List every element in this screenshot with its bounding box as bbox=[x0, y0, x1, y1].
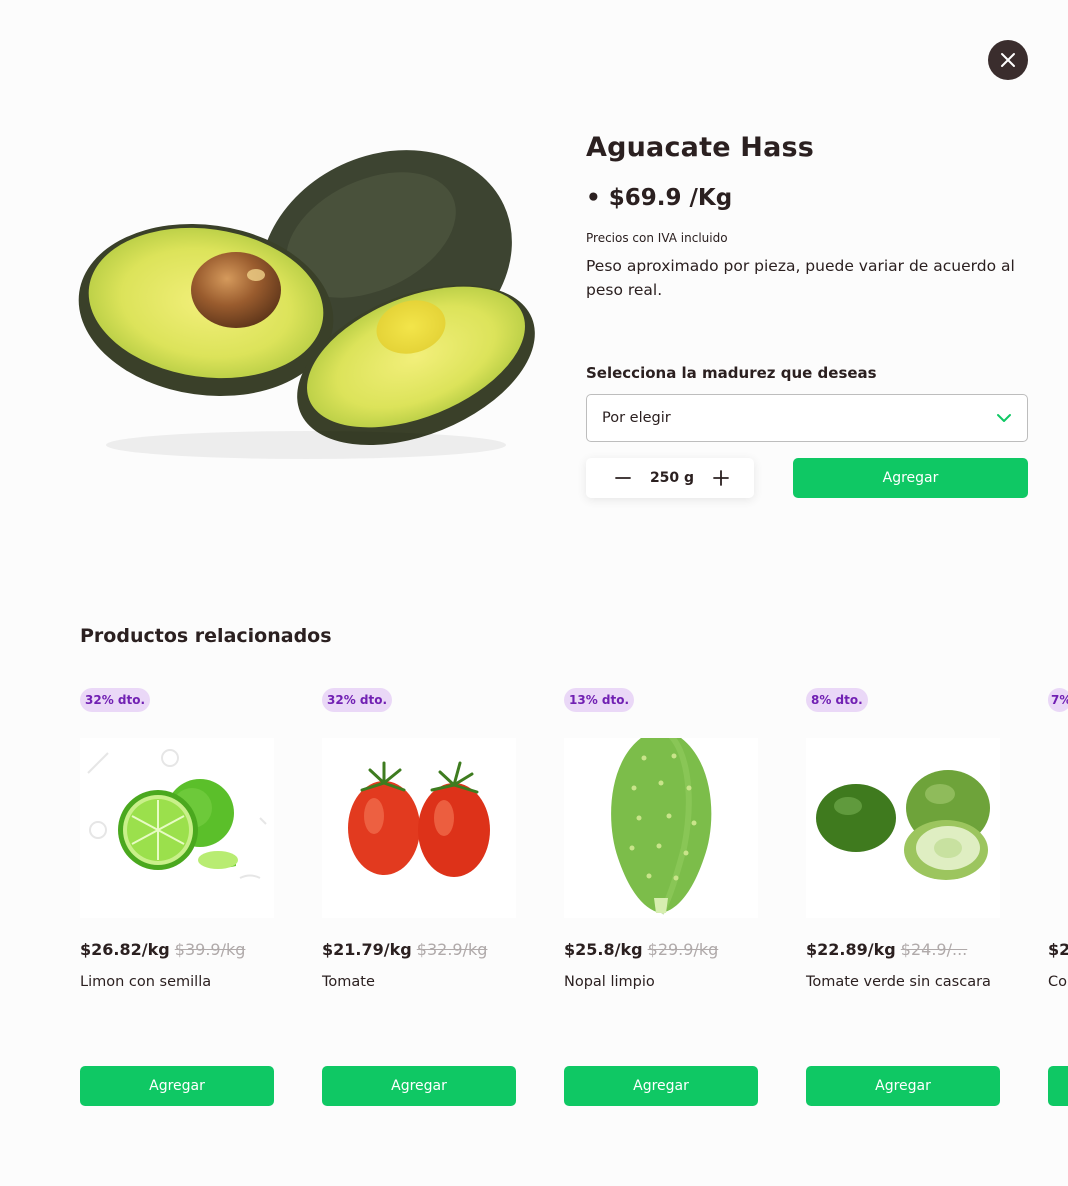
old-price: $39.9/kg bbox=[174, 940, 246, 959]
product-card-name: Limon con semilla bbox=[80, 974, 212, 990]
discount-badge: 32% dto. bbox=[80, 688, 151, 712]
decrease-button[interactable] bbox=[614, 469, 632, 487]
product-card-price: $26.82/kg $39.9/kg bbox=[80, 940, 274, 959]
discount-badge: 32% dto. bbox=[322, 688, 393, 712]
current-price: $26.82/kg bbox=[80, 940, 170, 959]
current-price: $21.79/kg bbox=[322, 940, 412, 959]
chevron-down-icon bbox=[997, 414, 1011, 422]
add-button[interactable]: Agregar bbox=[806, 1066, 1000, 1106]
product-description: Peso aproximado por pieza, puede variar … bbox=[586, 257, 1015, 299]
increase-button[interactable] bbox=[712, 469, 730, 487]
product-card-image bbox=[322, 738, 516, 918]
product-image bbox=[66, 115, 540, 500]
ripeness-select-value: Por elegir bbox=[602, 410, 671, 426]
product-card-image bbox=[80, 738, 274, 918]
current-price: $22.89/kg bbox=[806, 940, 896, 959]
current-price: $2 bbox=[1048, 940, 1068, 959]
product-card[interactable]: 7% $2 Co bbox=[1048, 688, 1068, 1108]
old-price: $29.9/kg bbox=[647, 940, 719, 959]
product-card-image bbox=[564, 738, 758, 918]
product-info: Aguacate Hass • $69.9 /Kg Precios con IV… bbox=[586, 132, 1028, 302]
related-title: Productos relacionados bbox=[80, 625, 332, 647]
product-card-price: $21.79/kg $32.9/kg bbox=[322, 940, 516, 959]
ripeness-select[interactable]: Por elegir bbox=[586, 394, 1028, 442]
discount-badge: 13% dto. bbox=[564, 688, 635, 712]
iva-note: Precios con IVA incluido bbox=[586, 231, 728, 245]
product-card-name: Tomate bbox=[322, 974, 375, 990]
product-card-price: $22.89/kg $24.9/... bbox=[806, 940, 1000, 959]
product-card[interactable]: 8% dto. $22.89/kg $24.9/... Tomate verde… bbox=[806, 688, 1000, 1108]
close-icon bbox=[1001, 53, 1015, 67]
add-button[interactable]: Agregar bbox=[322, 1066, 516, 1106]
product-card-name: Tomate verde sin cascara bbox=[806, 974, 991, 990]
discount-badge: 7% bbox=[1048, 688, 1068, 712]
add-to-cart-button[interactable]: Agregar bbox=[793, 458, 1028, 498]
add-button[interactable]: Agregar bbox=[564, 1066, 758, 1106]
discount-badge: 8% dto. bbox=[806, 688, 868, 712]
current-price: $25.8/kg bbox=[564, 940, 643, 959]
old-price: $32.9/kg bbox=[416, 940, 488, 959]
product-card[interactable]: 32% dto. $21.79/kg $32.9/kg Tomate Agreg… bbox=[322, 688, 516, 1108]
product-card-image bbox=[806, 738, 1000, 918]
product-card-name: Nopal limpio bbox=[564, 974, 655, 990]
product-card[interactable]: 32% dto. $26.82/kg $39.9/kg Limon con se… bbox=[80, 688, 274, 1108]
product-card-price: $25.8/kg $29.9/kg bbox=[564, 940, 758, 959]
minus-icon bbox=[615, 477, 631, 479]
product-card-price: $2 bbox=[1048, 940, 1068, 959]
product-card-name: Co bbox=[1048, 974, 1067, 990]
product-title: Aguacate Hass bbox=[586, 132, 815, 163]
add-button[interactable]: Agregar bbox=[80, 1066, 274, 1106]
plus-icon bbox=[713, 470, 729, 486]
product-card[interactable]: 13% dto. $25.8/kg $29.9/kg Nopal limpio … bbox=[564, 688, 758, 1108]
old-price: $24.9/... bbox=[900, 940, 968, 959]
close-button[interactable] bbox=[988, 40, 1028, 80]
ripeness-label: Selecciona la madurez que deseas bbox=[586, 364, 877, 382]
quantity-stepper: 250 g bbox=[586, 458, 754, 498]
quantity-value: 250 g bbox=[649, 470, 695, 486]
product-price: • $69.9 /Kg bbox=[586, 185, 733, 211]
add-button[interactable] bbox=[1048, 1066, 1068, 1106]
